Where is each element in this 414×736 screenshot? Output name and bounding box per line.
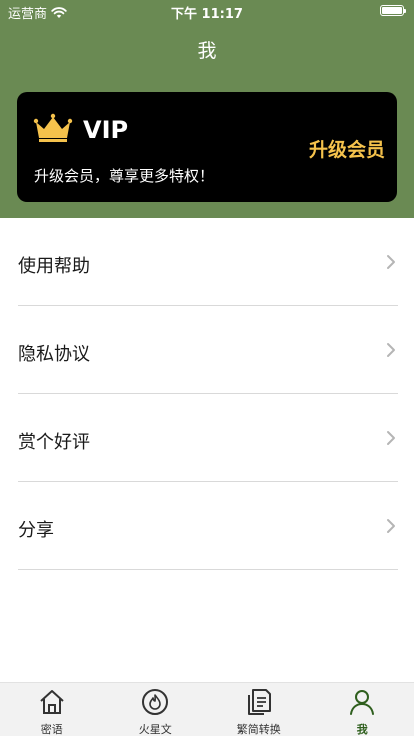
home-icon [40,690,64,714]
menu-item-label: 隐私协议 [18,344,90,365]
chevron-right-icon [387,519,395,533]
tab-label: 繁简转换 [236,723,281,736]
page-title: 我 [197,40,217,62]
menu-item-privacy[interactable]: 隐私协议 [18,306,398,394]
menu-item-rate[interactable]: 赏个好评 [18,394,398,482]
upgrade-vip-button[interactable]: 升级会员 [309,135,385,162]
tab-me[interactable]: 我 [311,683,414,736]
settings-menu: 使用帮助 隐私协议 赏个好评 分享 [0,218,414,570]
vip-card[interactable]: VIP 升级会员，尊享更多特权！ 升级会员 [17,92,397,202]
tab-huoxingwen[interactable]: 火星文 [104,683,208,736]
menu-item-help[interactable]: 使用帮助 [18,218,398,306]
menu-item-share[interactable]: 分享 [18,482,398,570]
battery-icon [380,5,406,16]
tab-label: 我 [356,723,368,736]
chevron-right-icon [387,343,395,357]
menu-item-label: 分享 [18,520,54,541]
tab-bar: 密语 火星文 繁简转换 我 [0,682,414,736]
menu-item-label: 赏个好评 [18,432,90,453]
fire-icon [142,689,169,715]
tab-convert[interactable]: 繁简转换 [207,683,311,736]
tab-label: 密语 [40,723,63,736]
status-time: 下午 11:17 [171,7,243,22]
status-bar: 运营商 下午 11:17 [0,0,414,22]
document-icon [247,689,271,715]
menu-item-label: 使用帮助 [18,256,90,277]
tab-miyu[interactable]: 密语 [0,683,104,736]
crown-icon [33,113,73,142]
chevron-right-icon [387,255,395,269]
header: 运营商 下午 11:17 我 VIP 升级会员，尊享更多特权！ 升级会员 [0,0,414,218]
tab-label: 火星文 [138,723,172,736]
vip-subtitle: 升级会员，尊享更多特权！ [34,167,215,185]
chevron-right-icon [387,431,395,445]
user-icon [350,690,375,715]
vip-title: VIP [83,116,129,144]
